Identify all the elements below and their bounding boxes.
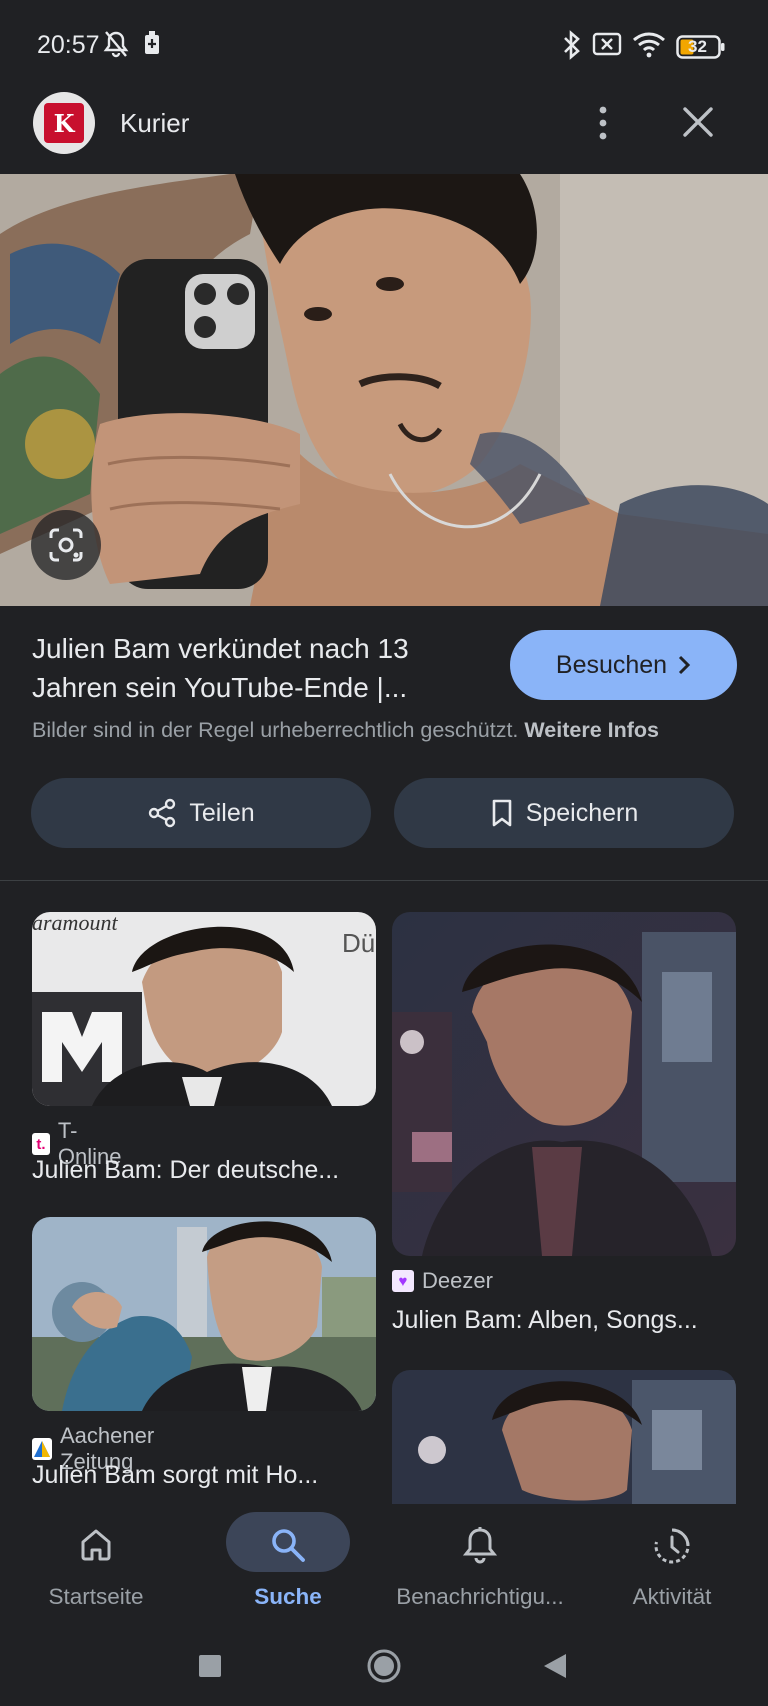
result-title[interactable]: Julien Bam verkündet nach 13 Jahren sein… <box>32 629 502 707</box>
close-icon <box>683 107 713 137</box>
share-label: Teilen <box>189 798 255 827</box>
battery-saver-icon <box>143 30 161 61</box>
search-icon <box>269 1526 307 1569</box>
square-icon <box>199 1655 221 1677</box>
bluetooth-icon <box>561 30 583 65</box>
related-thumbnail[interactable]: Düss aramount <box>32 912 376 1106</box>
result-title-line1: Julien Bam verkündet nach 13 <box>32 633 409 664</box>
visit-button[interactable]: Besuchen <box>510 630 737 700</box>
deezer-favicon: ♥ <box>392 1270 414 1292</box>
svg-text:Düss: Düss <box>342 928 376 958</box>
more-vert-icon <box>599 106 607 140</box>
visit-label: Besuchen <box>555 650 668 679</box>
related-source: ♥ Deezer <box>392 1268 493 1294</box>
home-icon <box>78 1526 114 1567</box>
notifications-muted-icon <box>103 30 129 63</box>
hero-photo <box>0 174 768 606</box>
section-divider <box>0 880 768 881</box>
activity-icon <box>652 1526 692 1571</box>
recents-button[interactable] <box>198 1654 222 1683</box>
battery-level: 32 <box>688 37 707 56</box>
related-thumbnail[interactable] <box>392 912 736 1256</box>
nav-notifications[interactable]: Benachrichtigu... <box>384 1504 576 1624</box>
save-button[interactable]: Speichern <box>394 778 734 848</box>
related-thumbnail[interactable] <box>32 1217 376 1411</box>
back-button[interactable] <box>542 1652 568 1685</box>
chevron-right-icon <box>679 655 691 675</box>
nav-search[interactable]: Suche <box>192 1504 384 1624</box>
kurier-logo: K <box>44 103 84 143</box>
related-title: Julien Bam sorgt mit Ho... <box>32 1461 319 1489</box>
nav-search-label: Suche <box>254 1584 322 1609</box>
related-source-name: Deezer <box>422 1268 493 1293</box>
source-name[interactable]: Kurier <box>120 108 189 139</box>
status-bar: 20:57 32 <box>0 0 768 92</box>
more-info-link[interactable]: Weitere Infos <box>524 718 659 742</box>
nav-notifications-label: Benachrichtigu... <box>396 1584 564 1609</box>
save-label: Speichern <box>525 798 639 827</box>
t-online-favicon: t. <box>32 1133 50 1155</box>
wifi-icon <box>632 30 666 63</box>
result-header: K Kurier <box>0 92 768 174</box>
result-image[interactable] <box>0 174 768 606</box>
bookmark-icon <box>492 799 512 827</box>
close-button[interactable] <box>680 104 716 140</box>
status-time: 20:57 <box>37 31 100 59</box>
svg-text:aramount: aramount <box>32 912 118 935</box>
nav-activity-label: Aktivität <box>632 1584 712 1609</box>
nav-home-label: Startseite <box>48 1584 144 1609</box>
related-thumbnail[interactable] <box>392 1370 736 1504</box>
more-options-button[interactable] <box>588 102 618 144</box>
source-logo[interactable]: K <box>33 92 95 154</box>
related-title: Julien Bam: Der deutsche... <box>32 1156 340 1184</box>
bell-icon <box>462 1526 498 1569</box>
aachener-zeitung-favicon <box>32 1438 52 1460</box>
nav-activity[interactable]: Aktivität <box>576 1504 768 1624</box>
share-button[interactable]: Teilen <box>31 778 371 848</box>
back-triangle-icon <box>544 1654 566 1678</box>
share-icon <box>149 798 176 828</box>
nav-home[interactable]: Startseite <box>0 1504 192 1624</box>
lens-icon <box>49 528 83 562</box>
home-system-button[interactable] <box>366 1648 402 1689</box>
copyright-text: Bilder sind in der Regel urheberrechtlic… <box>32 718 519 742</box>
related-title: Julien Bam: Alben, Songs... <box>392 1306 698 1334</box>
no-sim-icon <box>592 30 622 63</box>
system-navigation-bar <box>0 1640 768 1706</box>
circle-icon <box>367 1649 401 1683</box>
copyright-notice: Bilder sind in der Regel urheberrechtlic… <box>32 718 742 743</box>
bottom-navigation: Startseite Suche Benachrichtigu... Aktiv… <box>0 1504 768 1706</box>
result-title-line2: Jahren sein YouTube-Ende |... <box>32 672 408 703</box>
lens-search-button[interactable] <box>31 510 101 580</box>
